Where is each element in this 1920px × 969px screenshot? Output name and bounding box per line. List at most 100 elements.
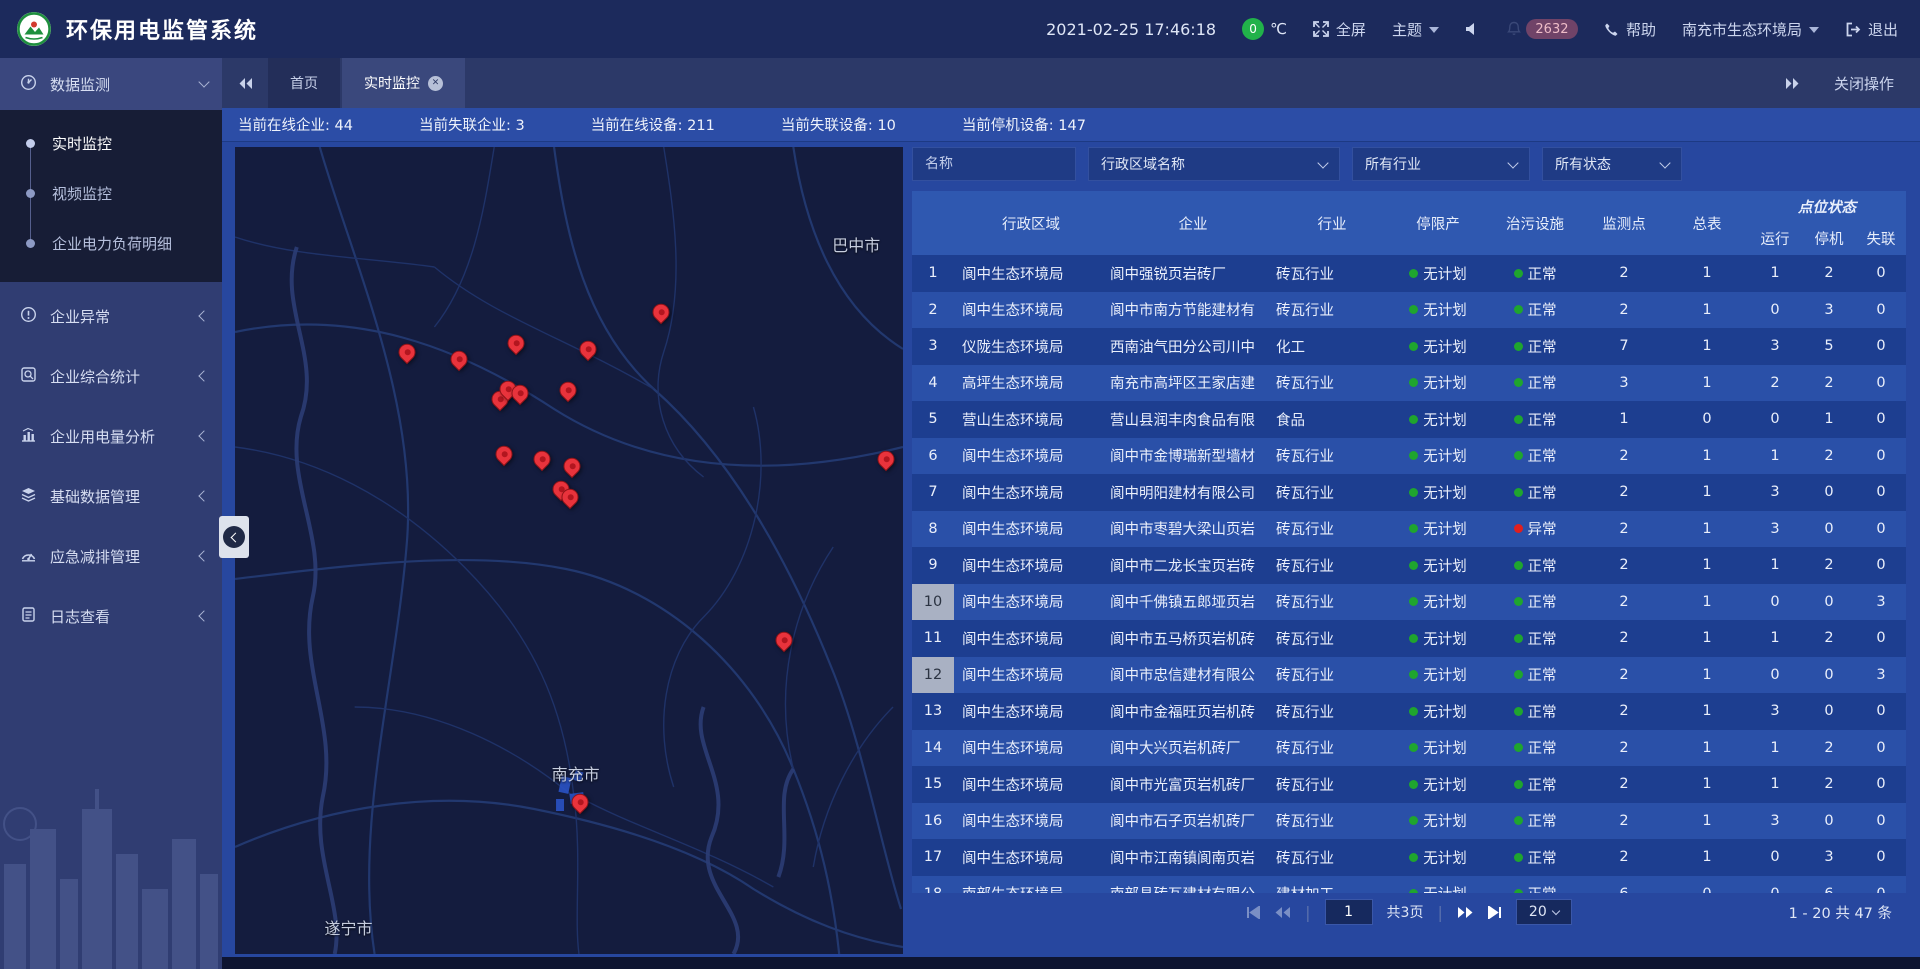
double-chevron-right-icon[interactable]: [1785, 77, 1800, 90]
user-org-dropdown[interactable]: 南充市生态环境局: [1682, 19, 1819, 40]
tab-实时监控[interactable]: 实时监控✕: [342, 58, 465, 108]
cell-running: 2: [1748, 365, 1802, 402]
table-body: 1阆中生态环境局阆中强锐页岩砖厂砖瓦行业无计划正常211202阆中生态环境局阆中…: [912, 255, 1906, 893]
table-row[interactable]: 11阆中生态环境局阆中市五马桥页岩机砖砖瓦行业无计划正常21120: [912, 620, 1906, 657]
table-row[interactable]: 4高坪生态环境局南充市高坪区王家店建砖瓦行业无计划正常31220: [912, 365, 1906, 402]
help-button[interactable]: 帮助: [1604, 19, 1656, 40]
cell-industry: 砖瓦行业: [1276, 693, 1388, 730]
cell-monitor-points: 2: [1582, 803, 1666, 840]
next-page-button[interactable]: [1457, 906, 1474, 919]
chevron-down-icon: [1507, 157, 1518, 168]
table-row[interactable]: 16阆中生态环境局阆中市石子页岩机砖厂砖瓦行业无计划正常21300: [912, 803, 1906, 840]
row-index: 5: [912, 401, 954, 438]
row-index: 4: [912, 365, 954, 402]
industry-select[interactable]: 所有行业: [1352, 147, 1530, 181]
alert-icon: [20, 306, 37, 327]
table-row[interactable]: 14阆中生态环境局阆中大兴页岩机砖厂砖瓦行业无计划正常21120: [912, 730, 1906, 767]
sidebar-subitem-实时监控[interactable]: 实时监控: [0, 118, 222, 168]
status-dot-green-icon: [1409, 488, 1418, 497]
cell-total-meters: 1: [1666, 438, 1748, 475]
status-dot-green-icon: [1409, 597, 1418, 606]
table-row[interactable]: 1阆中生态环境局阆中强锐页岩砖厂砖瓦行业无计划正常21120: [912, 255, 1906, 292]
theme-dropdown[interactable]: 主题: [1392, 19, 1439, 40]
cell-monitor-points: 2: [1582, 547, 1666, 584]
cell-company: 阆中市金福旺页岩机砖: [1100, 693, 1276, 730]
cell-region: 仪陇生态环境局: [954, 328, 1100, 365]
cell-running: 1: [1748, 730, 1802, 767]
table-row[interactable]: 15阆中生态环境局阆中市光富页岩机砖厂砖瓦行业无计划正常21120: [912, 766, 1906, 803]
limit-production-text: 无计划: [1423, 263, 1467, 284]
sidebar-item-4[interactable]: 企业用电量分析: [0, 410, 222, 462]
tab-首页[interactable]: 首页: [268, 58, 340, 108]
table-row[interactable]: 2阆中生态环境局阆中市南方节能建材有砖瓦行业无计划正常21030: [912, 292, 1906, 329]
sidebar-item-6[interactable]: 应急减排管理: [0, 530, 222, 582]
fullscreen-button[interactable]: 全屏: [1313, 19, 1366, 40]
chevron-down-icon: [1429, 27, 1439, 33]
sidebar-collapse-handle[interactable]: [219, 516, 249, 558]
table-row[interactable]: 13阆中生态环境局阆中市金福旺页岩机砖砖瓦行业无计划正常21300: [912, 693, 1906, 730]
sidebar-item-2[interactable]: 企业异常: [0, 290, 222, 342]
table-row[interactable]: 17阆中生态环境局阆中市江南镇阆南页岩砖瓦行业无计划正常21030: [912, 839, 1906, 876]
table-row[interactable]: 8阆中生态环境局阆中市枣碧大梁山页岩砖瓦行业无计划异常21300: [912, 511, 1906, 548]
sidebar-subitem-视频监控[interactable]: 视频监控: [0, 168, 222, 218]
sidebar-gap: [0, 462, 222, 470]
stat-1: 当前在线企业: 44: [238, 114, 353, 135]
cell-industry: 砖瓦行业: [1276, 730, 1388, 767]
prev-page-button[interactable]: [1274, 906, 1291, 919]
map-panel[interactable]: 巴中市南充市遂宁市: [235, 147, 903, 954]
limit-production-text: 无计划: [1423, 482, 1467, 503]
table-row[interactable]: 7阆中生态环境局阆中明阳建材有限公司砖瓦行业无计划正常21300: [912, 474, 1906, 511]
row-index: 16: [912, 803, 954, 840]
tabbar-spacer: [467, 58, 1785, 108]
last-page-button[interactable]: [1488, 906, 1502, 919]
cell-limit-production: 无计划: [1388, 292, 1488, 329]
table-row[interactable]: 10阆中生态环境局阆中千佛镇五郎垭页岩砖瓦行业无计划正常21003: [912, 584, 1906, 621]
close-operations-button[interactable]: 关闭操作: [1834, 73, 1894, 94]
table-row[interactable]: 12阆中生态环境局阆中市忠信建材有限公砖瓦行业无计划正常21003: [912, 657, 1906, 694]
table-row[interactable]: 9阆中生态环境局阆中市二龙长宝页岩砖砖瓦行业无计划正常21120: [912, 547, 1906, 584]
cell-region: 营山生态环境局: [954, 401, 1100, 438]
page-size-value: 20: [1529, 904, 1547, 920]
map-roads: [235, 147, 903, 954]
region-select[interactable]: 行政区域名称: [1088, 147, 1340, 181]
cell-company: 阆中市光富页岩机砖厂: [1100, 766, 1276, 803]
first-page-button[interactable]: [1246, 906, 1260, 919]
sidebar-item-5[interactable]: 基础数据管理: [0, 470, 222, 522]
cell-industry: 建材加工: [1276, 876, 1388, 894]
table-row[interactable]: 3仪陇生态环境局西南油气田分公司川中化工无计划正常71350: [912, 328, 1906, 365]
tab-close-icon[interactable]: ✕: [428, 76, 443, 91]
cell-region: 阆中生态环境局: [954, 547, 1100, 584]
fullscreen-label: 全屏: [1336, 19, 1366, 40]
name-search-input[interactable]: [912, 147, 1076, 181]
sidebar-item-1[interactable]: 数据监测: [0, 58, 222, 110]
row-index: 8: [912, 511, 954, 548]
table-row[interactable]: 6阆中生态环境局阆中市金博瑞新型墙材砖瓦行业无计划正常21120: [912, 438, 1906, 475]
cell-total-meters: 1: [1666, 365, 1748, 402]
sidebar-subitem-企业电力负荷明细[interactable]: 企业电力负荷明细: [0, 218, 222, 268]
status-select[interactable]: 所有状态: [1542, 147, 1682, 181]
cell-industry: 砖瓦行业: [1276, 511, 1388, 548]
sound-toggle[interactable]: [1465, 22, 1480, 36]
cell-company: 阆中明阳建材有限公司: [1100, 474, 1276, 511]
facility-status-text: 正常: [1528, 737, 1557, 758]
cell-stopped: 1: [1802, 401, 1856, 438]
row-index: 6: [912, 438, 954, 475]
exit-button[interactable]: 退出: [1845, 19, 1898, 40]
cell-limit-production: 无计划: [1388, 766, 1488, 803]
page-size-select[interactable]: 20: [1516, 899, 1572, 925]
pager-divider: |: [1305, 903, 1310, 922]
status-dot-green-icon: [1409, 561, 1418, 570]
notifications[interactable]: 2632: [1506, 19, 1578, 39]
cell-monitor-points: 2: [1582, 255, 1666, 292]
cell-stopped: 6: [1802, 876, 1856, 894]
sidebar-item-7[interactable]: 日志查看: [0, 590, 222, 642]
limit-production-text: 无计划: [1423, 555, 1467, 576]
table-row[interactable]: 5营山生态环境局营山县润丰肉食品有限食品无计划正常10010: [912, 401, 1906, 438]
cell-total-meters: 1: [1666, 547, 1748, 584]
page-number-input[interactable]: [1325, 899, 1373, 925]
cell-region: 阆中生态环境局: [954, 803, 1100, 840]
sidebar-item-3[interactable]: 企业综合统计: [0, 350, 222, 402]
table-row[interactable]: 18南部生态环境局南部县砖瓦建材有限公建材加工无计划正常60060: [912, 876, 1906, 894]
tabs-scroll-left-button[interactable]: [222, 58, 268, 108]
cell-total-meters: 0: [1666, 876, 1748, 894]
